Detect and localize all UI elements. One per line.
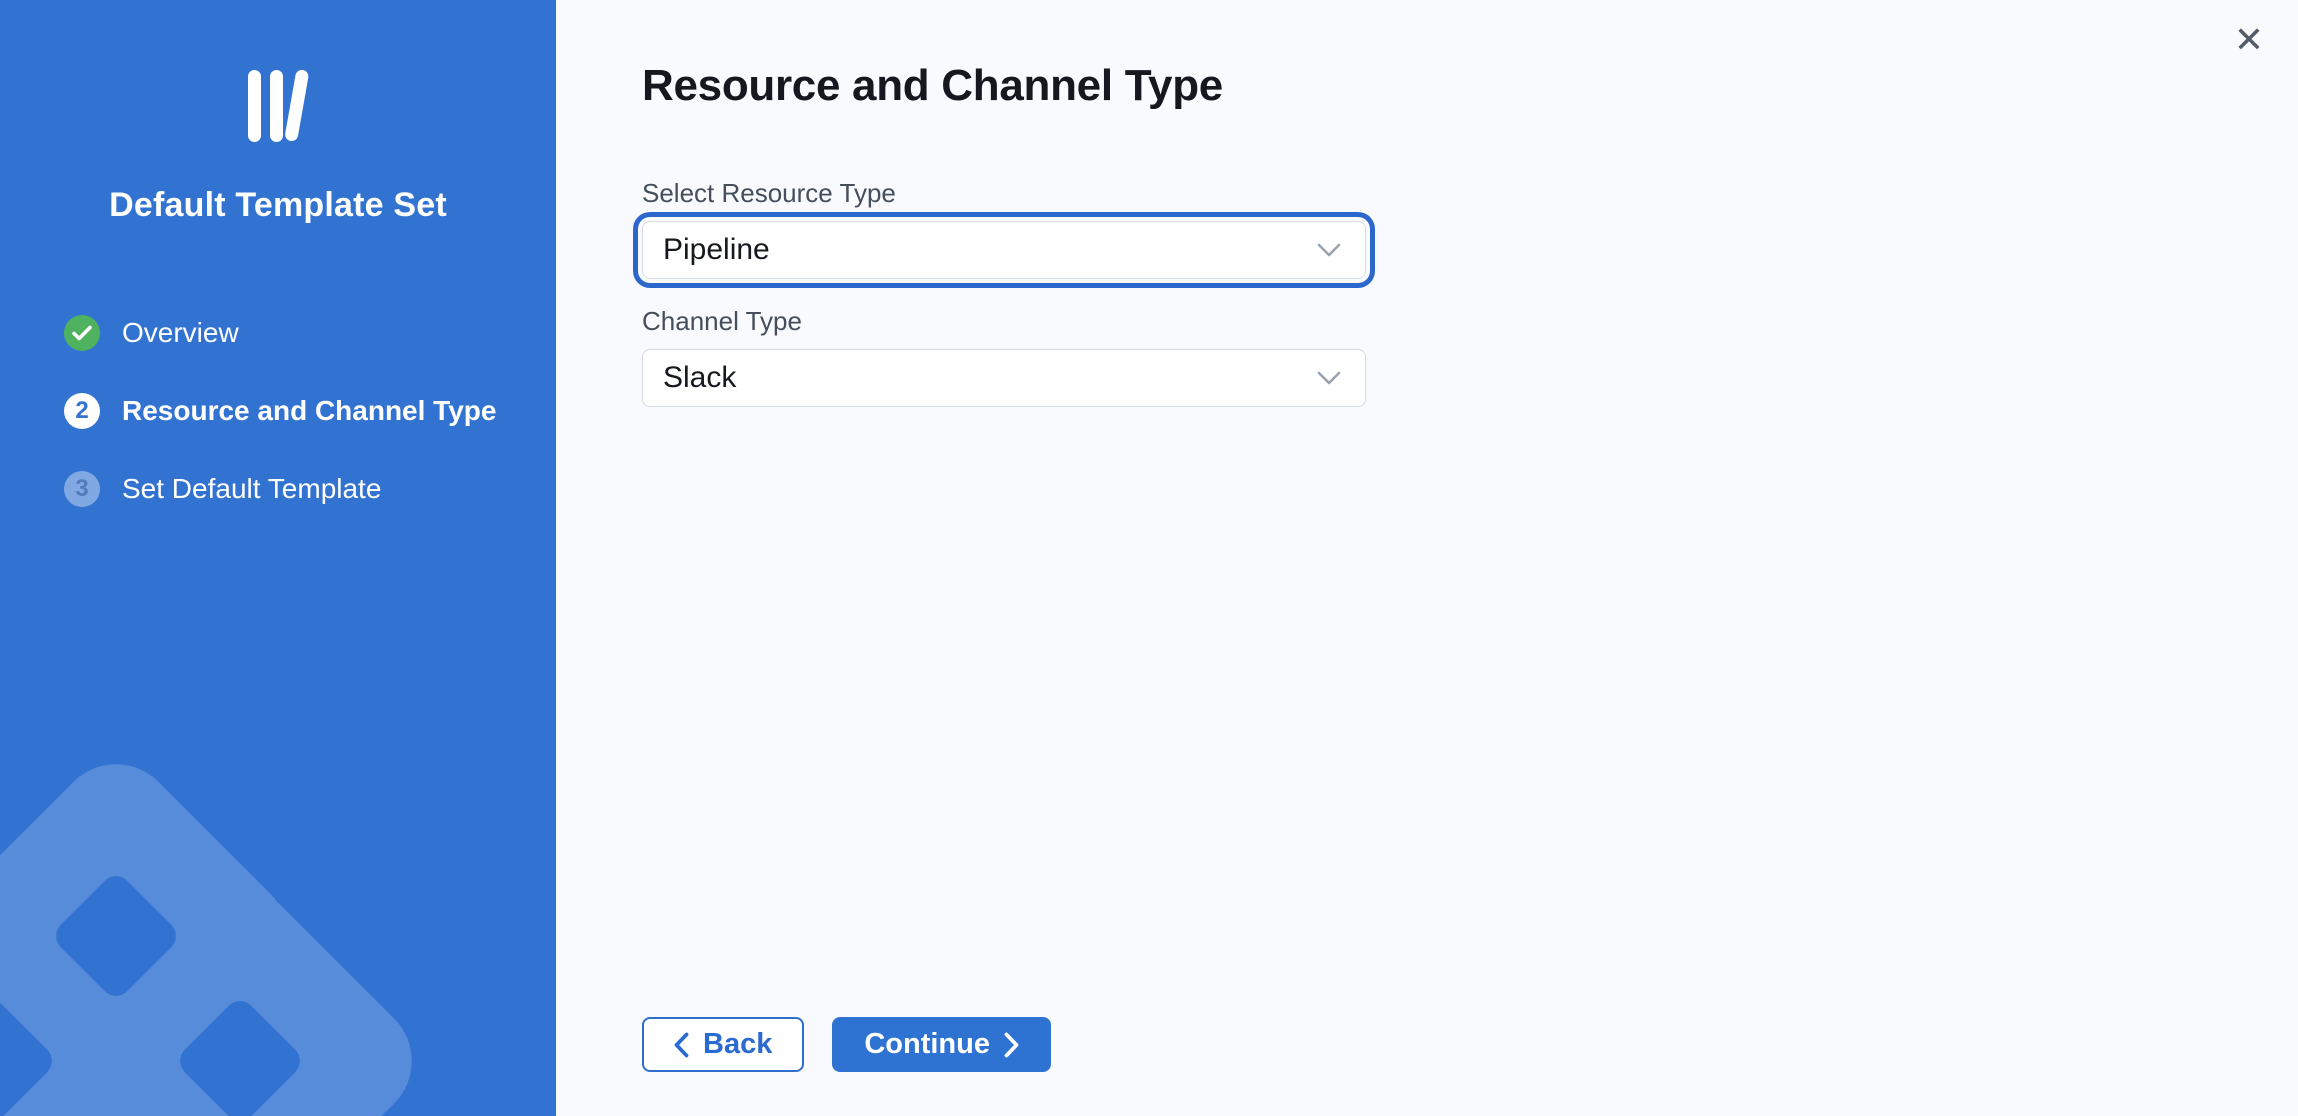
- step-label: Set Default Template: [122, 473, 381, 505]
- step-set-default-template[interactable]: 3 Set Default Template: [64, 471, 556, 507]
- resource-channel-form: Select Resource Type Pipeline Channel Ty…: [642, 178, 1366, 407]
- books-logo-icon: [0, 70, 556, 144]
- continue-button[interactable]: Continue: [832, 1017, 1051, 1072]
- channel-type-field: Channel Type Slack: [642, 306, 1366, 407]
- channel-type-select[interactable]: Slack: [642, 349, 1366, 407]
- step-label: Resource and Channel Type: [122, 395, 496, 427]
- back-button-label: Back: [703, 1028, 772, 1061]
- wizard-content-panel: ✕ Resource and Channel Type Select Resou…: [556, 0, 2298, 1116]
- close-icon[interactable]: ✕: [2234, 22, 2264, 58]
- channel-type-label: Channel Type: [642, 306, 1366, 337]
- resource-type-value: Pipeline: [663, 233, 770, 267]
- wizard-title: Default Template Set: [0, 186, 556, 225]
- logo-bar-slanted: [284, 69, 309, 142]
- step-overview[interactable]: Overview: [64, 315, 556, 351]
- chevron-right-icon: [1004, 1032, 1019, 1058]
- logo-bar: [270, 70, 283, 142]
- wizard-actions: Back Continue: [642, 1017, 2298, 1072]
- wizard-sidebar: Default Template Set Overview 2 Resource…: [0, 0, 556, 1116]
- diamond-pattern-watermark: [0, 686, 556, 1116]
- step-number-badge: 3: [64, 471, 100, 507]
- chevron-down-icon: [1317, 371, 1341, 385]
- step-resource-and-channel-type[interactable]: 2 Resource and Channel Type: [64, 393, 556, 429]
- step-number-badge: 2: [64, 393, 100, 429]
- logo-bar: [248, 70, 261, 142]
- resource-type-field: Select Resource Type Pipeline: [642, 178, 1366, 279]
- step-label: Overview: [122, 317, 239, 349]
- chevron-left-icon: [674, 1032, 689, 1058]
- chevron-down-icon: [1317, 243, 1341, 257]
- back-button[interactable]: Back: [642, 1017, 804, 1072]
- page-title: Resource and Channel Type: [642, 64, 2298, 108]
- wizard-steps: Overview 2 Resource and Channel Type 3 S…: [0, 315, 556, 507]
- continue-button-label: Continue: [864, 1028, 990, 1061]
- resource-type-select[interactable]: Pipeline: [642, 221, 1366, 279]
- step-complete-badge: [64, 315, 100, 351]
- channel-type-value: Slack: [663, 361, 736, 395]
- check-icon: [72, 325, 92, 341]
- resource-type-label: Select Resource Type: [642, 178, 1366, 209]
